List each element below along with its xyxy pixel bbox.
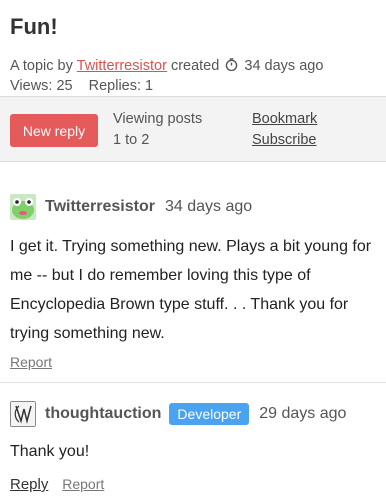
- post-2: thoughtauction Developer 29 days ago Tha…: [0, 383, 386, 493]
- author-link[interactable]: Twitterresistor: [77, 58, 167, 74]
- new-reply-button[interactable]: New reply: [10, 114, 98, 147]
- post-header: thoughtauction Developer 29 days ago: [10, 399, 376, 429]
- viewing-posts: Viewing posts 1 to 2: [113, 109, 202, 151]
- reply-link[interactable]: Reply: [10, 476, 48, 493]
- action-bar: New reply Viewing posts 1 to 2 Bookmark …: [0, 96, 386, 162]
- viewing-range: 1 to 2: [113, 132, 150, 148]
- post-actions: Report: [10, 354, 376, 370]
- post-line: me -- but I do remember loving this type…: [10, 267, 311, 284]
- report-link[interactable]: Report: [62, 476, 104, 492]
- username[interactable]: thoughtauction: [45, 405, 161, 423]
- topic-header: Fun! A topic by Twitterresistor created …: [0, 0, 386, 96]
- meta-prefix: A topic by: [10, 58, 73, 74]
- post-1: Twitterresistor 34 days ago I get it. Tr…: [0, 162, 386, 370]
- page-title: Fun!: [10, 14, 58, 39]
- post-line: Thank you!: [10, 443, 90, 460]
- viewing-label: Viewing posts: [113, 111, 203, 127]
- report-link[interactable]: Report: [10, 354, 52, 370]
- developer-badge: Developer: [169, 403, 250, 425]
- avatar: [10, 194, 36, 220]
- clock-icon: [226, 58, 238, 71]
- views-count: Views: 25: [10, 78, 73, 94]
- post-header: Twitterresistor 34 days ago: [10, 192, 376, 222]
- topic-stats: Views: 25 Replies: 1: [10, 76, 376, 96]
- avatar: [10, 401, 36, 427]
- subscribe-link[interactable]: Subscribe: [252, 130, 317, 151]
- post-body: I get it. Trying something new. Plays a …: [10, 232, 376, 348]
- post-line: trying something new.: [10, 325, 165, 342]
- topic-links: Bookmark Subscribe: [252, 109, 317, 151]
- created-ago: 34 days ago: [244, 58, 324, 74]
- username[interactable]: Twitterresistor: [45, 198, 155, 216]
- post-line: Encyclopedia Brown type stuff. . . Thank…: [10, 296, 349, 313]
- post-line: I get it. Trying something new. Plays a …: [10, 238, 372, 255]
- post-actions: Reply Report: [10, 476, 376, 493]
- post-date: 34 days ago: [164, 198, 253, 215]
- post-date: 29 days ago: [259, 405, 347, 422]
- bookmark-link[interactable]: Bookmark: [252, 109, 317, 130]
- post-body: Thank you!: [10, 437, 376, 466]
- replies-count: Replies: 1: [88, 78, 154, 94]
- meta-created: created: [170, 58, 220, 74]
- topic-meta: A topic by Twitterresistor created 34 da…: [10, 56, 376, 76]
